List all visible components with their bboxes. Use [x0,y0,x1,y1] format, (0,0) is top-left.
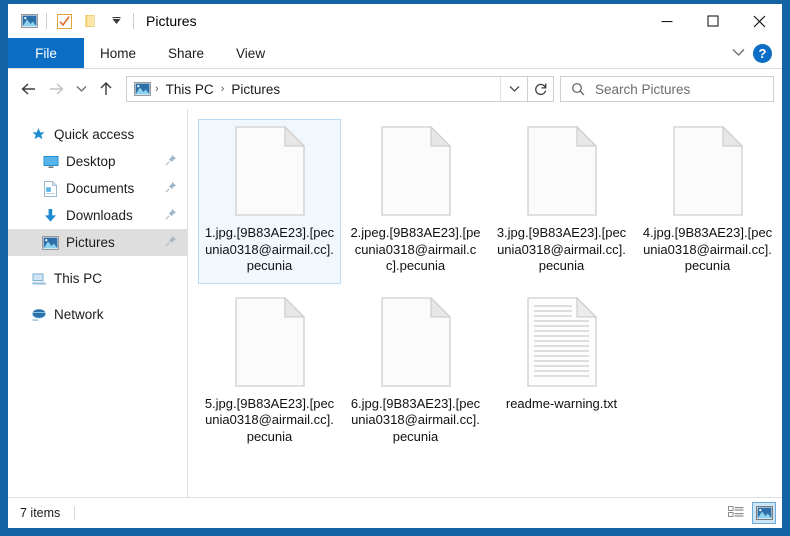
this-pc-icon [30,270,47,287]
file-label: 3.jpg.[9B83AE23].[pecunia0318@airmail.cc… [496,225,627,273]
customize-dropdown-icon[interactable] [103,9,129,33]
blank-file-icon [380,295,452,387]
status-divider [74,506,76,520]
maximize-button[interactable] [690,4,736,38]
sidebar-gap-1 [8,256,187,265]
blank-file-icon [672,125,744,216]
sidebar-label: Network [54,307,104,322]
address-bar-row: › This PC › Pictures Search Pictures [8,69,782,109]
window-title: Pictures [146,13,197,29]
sidebar-item-desktop[interactable]: Desktop [8,148,187,175]
file-label: 1.jpg.[9B83AE23].[pecunia0318@airmail.cc… [204,225,335,273]
pin-icon[interactable] [165,208,177,223]
ribbon-right-controls: ? [732,38,778,68]
navigation-pane: Quick access Desktop Documents Downloads… [8,109,188,497]
sidebar-item-documents[interactable]: Documents [8,175,187,202]
address-bar[interactable]: › This PC › Pictures [126,76,528,102]
sidebar-label: This PC [54,271,103,286]
file-list-pane[interactable]: 1.jpg.[9B83AE23].[pecunia0318@airmail.cc… [188,109,782,497]
downloads-icon [42,207,59,224]
qat-separator-2 [133,13,134,29]
chevron-down-icon[interactable] [732,44,745,62]
file-item[interactable]: 2.jpeg.[9B83AE23].[pecunia0318@airmail.c… [344,119,487,284]
item-count-label: 7 items [20,506,61,520]
pin-icon[interactable] [165,154,177,169]
file-explorer-window: Pictures File Home Share View ? › This P… [8,4,782,528]
breadcrumb-this-pc[interactable]: This PC [163,82,217,97]
pin-icon[interactable] [165,235,177,250]
sidebar-label: Downloads [66,208,133,223]
file-item[interactable]: 4.jpg.[9B83AE23].[pecunia0318@airmail.cc… [636,119,779,284]
address-bar-right [500,77,527,101]
pin-icon[interactable] [165,181,177,196]
desktop-icon [42,153,59,170]
properties-icon[interactable] [51,9,77,33]
tab-home[interactable]: Home [84,38,152,68]
recent-locations-icon[interactable] [70,75,92,103]
sidebar-label: Documents [66,181,135,196]
ribbon-tab-bar: File Home Share View ? [8,38,782,69]
minimize-button[interactable] [644,4,690,38]
breadcrumb-separator-2: › [220,83,225,95]
blank-file-icon [234,125,306,216]
file-grid: 1.jpg.[9B83AE23].[pecunia0318@airmail.cc… [198,119,782,460]
pictures-folder-icon[interactable] [16,9,42,33]
file-label: 2.jpeg.[9B83AE23].[pecunia0318@airmail.c… [350,225,481,273]
tab-file[interactable]: File [8,38,84,68]
back-button[interactable] [14,75,42,103]
sidebar-label: Desktop [66,154,116,169]
star-icon [30,126,47,143]
view-toggle-group [724,502,776,524]
forward-button[interactable] [42,75,70,103]
file-item[interactable]: 5.jpg.[9B83AE23].[pecunia0318@airmail.cc… [198,290,341,455]
file-item[interactable]: 1.jpg.[9B83AE23].[pecunia0318@airmail.cc… [198,119,341,284]
sidebar-item-pictures[interactable]: Pictures [8,229,187,256]
details-view-button[interactable] [724,502,748,524]
help-icon[interactable]: ? [753,43,772,63]
close-button[interactable] [736,4,782,38]
search-input[interactable]: Search Pictures [595,82,690,97]
file-item[interactable]: readme-warning.txt [490,290,633,455]
refresh-button[interactable] [528,76,554,102]
address-pictures-icon [134,82,151,96]
tab-view[interactable]: View [220,38,281,68]
sidebar-item-this-pc[interactable]: This PC [8,265,187,292]
status-bar: 7 items [8,497,782,528]
desktop-background: Pictures File Home Share View ? › This P… [0,0,790,536]
file-label: readme-warning.txt [505,395,618,411]
title-bar: Pictures [8,4,782,38]
new-folder-icon[interactable] [77,9,103,33]
sidebar-item-downloads[interactable]: Downloads [8,202,187,229]
qat-separator-1 [46,13,47,29]
file-label: 6.jpg.[9B83AE23].[pecunia0318@airmail.cc… [350,395,481,444]
sidebar-label: Quick access [54,127,135,142]
search-icon [571,82,585,96]
blank-file-icon [234,295,306,387]
blank-file-icon [380,125,452,216]
explorer-body: Quick access Desktop Documents Downloads… [8,109,782,497]
address-dropdown-icon[interactable] [500,77,527,101]
sidebar-item-quick-access[interactable]: Quick access [8,121,187,148]
up-button[interactable] [92,75,120,103]
tab-share[interactable]: Share [152,38,220,68]
window-controls [644,4,782,38]
sidebar-gap-2 [8,292,187,301]
file-label: 5.jpg.[9B83AE23].[pecunia0318@airmail.cc… [204,395,335,444]
sidebar-item-network[interactable]: Network [8,301,187,328]
quick-access-toolbar [8,9,138,33]
file-item[interactable]: 3.jpg.[9B83AE23].[pecunia0318@airmail.cc… [490,119,633,284]
large-icons-view-button[interactable] [752,502,776,524]
text-file-icon [526,295,598,387]
blank-file-icon [526,125,598,216]
network-icon [30,306,47,323]
pictures-icon [42,234,59,251]
file-item[interactable]: 6.jpg.[9B83AE23].[pecunia0318@airmail.cc… [344,290,487,455]
search-box[interactable]: Search Pictures [560,76,774,102]
breadcrumb-pictures[interactable]: Pictures [228,82,283,97]
breadcrumb-separator-1: › [155,83,159,95]
file-label: 4.jpg.[9B83AE23].[pecunia0318@airmail.cc… [642,225,773,273]
sidebar-label: Pictures [66,235,115,250]
documents-icon [42,180,59,197]
